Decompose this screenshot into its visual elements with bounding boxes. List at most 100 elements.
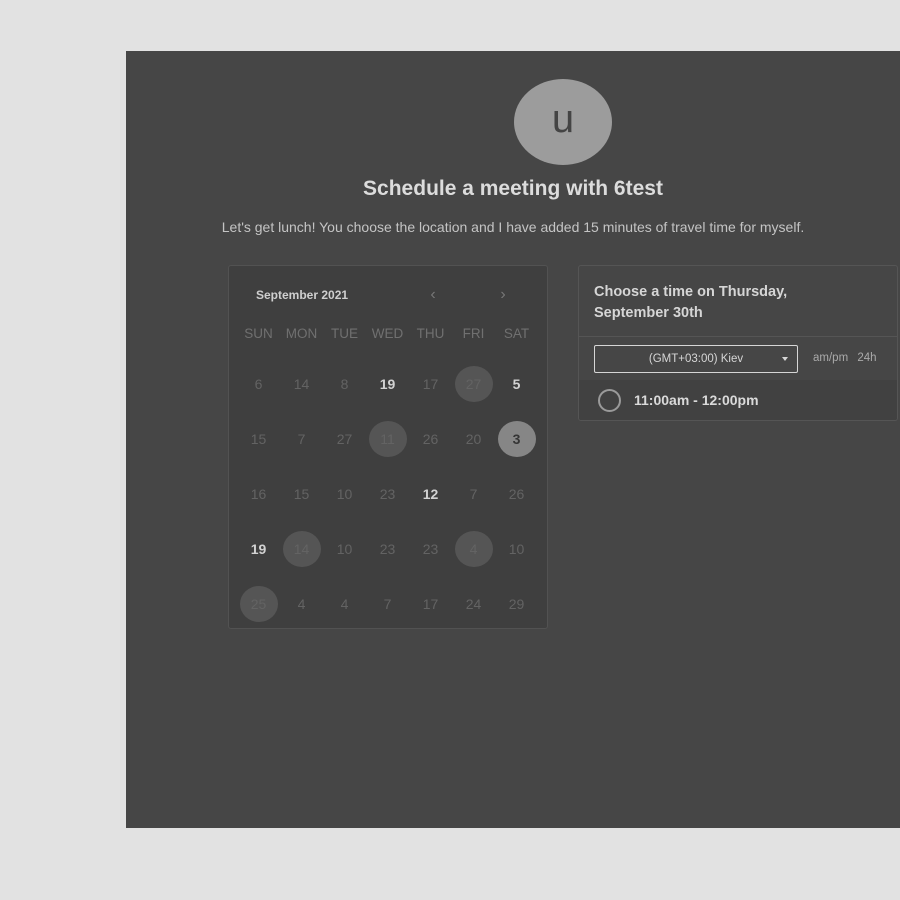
calendar-day[interactable]: 3 — [495, 411, 538, 466]
format-ampm-option[interactable]: am/pm — [813, 352, 848, 364]
calendar-day-number: 27 — [454, 365, 493, 402]
calendar-day[interactable]: 4 — [280, 576, 323, 628]
calendar-day[interactable]: 24 — [452, 576, 495, 628]
calendar-day-number: 14 — [282, 530, 321, 567]
calendar-day[interactable]: 29 — [495, 576, 538, 628]
calendar-day-number: 4 — [297, 595, 306, 612]
calendar-day-number: 27 — [336, 430, 353, 447]
calendar-day[interactable]: 10 — [323, 466, 366, 521]
calendar-day[interactable]: 26 — [409, 411, 452, 466]
calendar-day-number: 29 — [508, 595, 525, 612]
calendar-day[interactable]: 6 — [237, 356, 280, 411]
calendar-day-number: 10 — [508, 540, 525, 557]
calendar-day-number: 25 — [239, 585, 278, 622]
timezone-select[interactable]: (GMT+03:00) Kiev — [594, 345, 798, 373]
calendar-day-number: 23 — [379, 540, 396, 557]
divider — [579, 336, 897, 337]
next-month-icon[interactable]: › — [495, 286, 511, 304]
calendar-day-number: 15 — [250, 430, 267, 447]
weekday-sat: SAT — [503, 326, 530, 341]
time-panel-heading: Choose a time on Thursday, September 30t… — [594, 284, 788, 321]
calendar-day[interactable]: 15 — [237, 411, 280, 466]
calendar-day[interactable]: 15 — [280, 466, 323, 521]
calendar-day[interactable]: 19 — [366, 356, 409, 411]
calendar-day-number: 23 — [379, 485, 396, 502]
calendar-day-number: 7 — [383, 595, 392, 612]
weekday-fri: FRI — [462, 326, 485, 341]
calendar-day-number: 19 — [379, 375, 396, 392]
host-avatar: u — [514, 79, 612, 165]
calendar-day[interactable]: 16 — [237, 466, 280, 521]
weekday-tue: TUE — [331, 326, 358, 341]
format-24h-option[interactable]: 24h — [857, 352, 876, 364]
calendar-day-number: 14 — [293, 375, 310, 392]
calendar-day-number: 10 — [336, 540, 353, 557]
calendar-day[interactable]: 20 — [452, 411, 495, 466]
calendar-day[interactable]: 27 — [323, 411, 366, 466]
weekday-mon: MON — [285, 326, 318, 341]
calendar-day[interactable]: 7 — [452, 466, 495, 521]
calendar-day-number: 5 — [512, 375, 521, 392]
calendar-day[interactable]: 10 — [495, 521, 538, 576]
weekday-sun: SUN — [244, 326, 273, 341]
calendar-day[interactable]: 7 — [280, 411, 323, 466]
calendar-day[interactable]: 27 — [452, 356, 495, 411]
calendar-day-number: 7 — [469, 485, 478, 502]
time-slot-panel: Choose a time on Thursday, September 30t… — [578, 265, 898, 421]
calendar-day-number: 6 — [254, 375, 263, 392]
calendar-day[interactable]: 4 — [452, 521, 495, 576]
calendar-day-number: 17 — [422, 595, 439, 612]
calendar-day[interactable]: 10 — [323, 521, 366, 576]
calendar-day[interactable]: 23 — [409, 521, 452, 576]
calendar-days-grid: 6 14 8 19 17 27 5 15 7 27 11 26 20 3 16 15 10 23 12 7 26 19 14… — [237, 356, 538, 628]
avatar-letter: u — [551, 97, 575, 141]
calendar-day-number: 11 — [368, 420, 407, 457]
calendar-day[interactable]: 8 — [323, 356, 366, 411]
scheduler-panel: u Schedule a meeting with 6test Let's ge… — [126, 51, 900, 828]
calendar-day-number: 12 — [422, 485, 439, 502]
radio-button[interactable] — [598, 388, 621, 412]
calendar-day[interactable]: 4 — [323, 576, 366, 628]
time-slot[interactable]: 11:00am - 12:00pm — [579, 380, 897, 420]
calendar-day[interactable]: 17 — [409, 576, 452, 628]
weekday-header: SUN MON TUE WED THU FRI SAT — [237, 326, 538, 341]
calendar-day-number: 4 — [454, 530, 493, 567]
calendar-day-number: 7 — [297, 430, 306, 447]
date-picker: September 2021 ‹ › SUN MON TUE WED THU F… — [228, 265, 548, 629]
calendar-day-number: 8 — [340, 375, 349, 392]
calendar-day[interactable]: 25 — [237, 576, 280, 628]
calendar-day-number: 20 — [465, 430, 482, 447]
calendar-day[interactable]: 23 — [366, 466, 409, 521]
page-title: Schedule a meeting with 6test — [363, 177, 663, 200]
calendar-day[interactable]: 26 — [495, 466, 538, 521]
calendar-day-number: 17 — [422, 375, 439, 392]
calendar-day[interactable]: 14 — [280, 521, 323, 576]
calendar-day-number: 16 — [250, 485, 267, 502]
calendar-day[interactable]: 7 — [366, 576, 409, 628]
weekday-wed: WED — [371, 326, 404, 341]
meeting-description: Let's get lunch! You choose the location… — [221, 219, 805, 235]
calendar-day-number: 23 — [422, 540, 439, 557]
calendar-day[interactable]: 23 — [366, 521, 409, 576]
weekday-thu: THU — [416, 326, 445, 341]
time-slot-label: 11:00am - 12:00pm — [634, 392, 759, 408]
calendar-day-number: 19 — [250, 540, 267, 557]
calendar-day-number: 3 — [497, 420, 536, 457]
calendar-day[interactable]: 11 — [366, 411, 409, 466]
calendar-day[interactable]: 17 — [409, 356, 452, 411]
caret-down-icon — [782, 357, 788, 361]
timezone-value: (GMT+03:00) Kiev — [648, 353, 744, 365]
calendar-day-number: 15 — [293, 485, 310, 502]
calendar-day[interactable]: 5 — [495, 356, 538, 411]
calendar-day[interactable]: 19 — [237, 521, 280, 576]
calendar-month-label: September 2021 — [256, 288, 349, 302]
calendar-day-number: 4 — [340, 595, 349, 612]
calendar-day-number: 10 — [336, 485, 353, 502]
calendar-day-number: 24 — [465, 595, 482, 612]
calendar-day-number: 26 — [508, 485, 525, 502]
calendar-day-number: 26 — [422, 430, 439, 447]
time-format-toggle: am/pm 24h — [813, 352, 883, 364]
calendar-day[interactable]: 12 — [409, 466, 452, 521]
previous-month-icon[interactable]: ‹ — [425, 286, 441, 304]
calendar-day[interactable]: 14 — [280, 356, 323, 411]
